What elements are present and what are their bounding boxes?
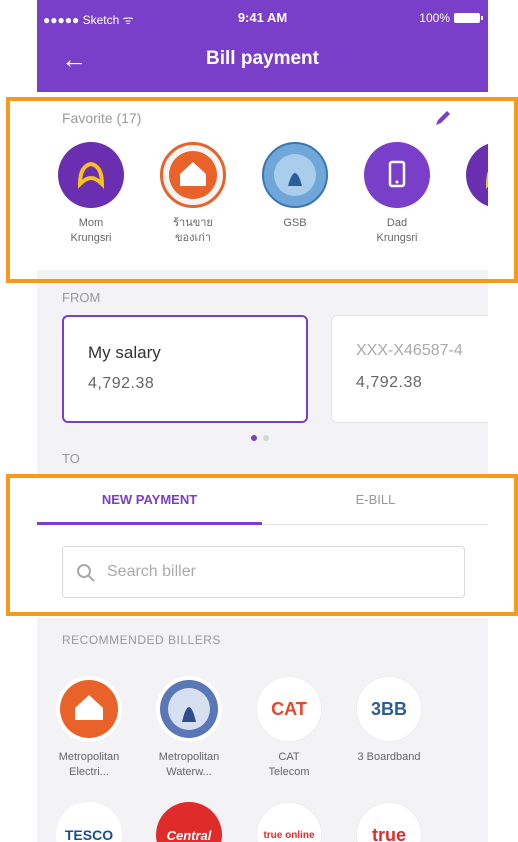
favorite-item-label: GSB: [283, 217, 307, 229]
favorite-item-label: Mom Krungsri: [70, 217, 112, 244]
tab-new-payment[interactable]: NEW PAYMENT: [37, 478, 262, 525]
true-online-logo-icon: true online: [256, 802, 322, 842]
recommended-label: RECOMMENDED BILLERS: [62, 633, 221, 647]
favorite-item-gsb[interactable]: GSB: [261, 142, 329, 246]
central-logo-icon: Central: [156, 802, 222, 842]
account-balance: 4,792.38: [88, 375, 155, 392]
biller-true[interactable]: true: [349, 802, 429, 842]
app-header: ← Bill payment: [37, 34, 488, 92]
battery-icon: [454, 13, 483, 23]
favorite-label: Favorite (17): [62, 110, 142, 126]
account-number: XXX-X46587-4: [356, 342, 463, 359]
krungsri-logo-icon: [466, 142, 488, 208]
page-indicator: [251, 435, 269, 441]
biller-label: Metropolitan Electri...: [58, 751, 120, 778]
electricity-logo-icon: [160, 142, 226, 208]
page-dot: [263, 435, 269, 441]
favorite-item-label: Dad Krungsri: [376, 217, 418, 244]
battery-percent: 100%: [419, 11, 450, 25]
search-box[interactable]: [62, 546, 465, 598]
gsb-logo-icon: [262, 142, 328, 208]
true-logo-icon: true: [356, 802, 422, 842]
favorite-list: Mom Krungsri ร้านขาย ของเก่า GSB Dad Kru…: [57, 142, 488, 246]
biller-3bb[interactable]: 3BB 3 Boardband: [349, 676, 429, 780]
electricity-logo-icon: [56, 676, 122, 742]
account-name: My salary: [88, 343, 161, 362]
tab-ebill[interactable]: E-BILL: [263, 478, 488, 525]
biller-tesco[interactable]: TESCO: [49, 802, 129, 842]
biller-label: 3 Boardband: [357, 751, 421, 763]
status-bar: ●●●●● Sketch ᯤ 9:41 AM 100%: [37, 0, 488, 34]
pencil-icon[interactable]: [431, 106, 455, 130]
favorite-item-dad[interactable]: Dad Krungsri: [363, 142, 431, 246]
3bb-logo-icon: 3BB: [356, 676, 422, 742]
biller-metropolitan-water[interactable]: Metropolitan Waterw...: [149, 676, 229, 780]
favorite-section: Favorite (17) Mom Krungsri ร้านขาย ของเก…: [37, 92, 488, 270]
waterworks-logo-icon: [156, 676, 222, 742]
biller-central[interactable]: Central: [149, 802, 229, 842]
account-balance: 4,792.38: [356, 374, 423, 391]
cat-logo-icon: CAT: [256, 676, 322, 742]
tesco-logo-icon: TESCO: [56, 802, 122, 842]
biller-label: Metropolitan Waterw...: [158, 751, 220, 778]
favorite-item-shop[interactable]: ร้านขาย ของเก่า: [159, 142, 227, 246]
favorite-item-mom[interactable]: Mom Krungsri: [57, 142, 125, 246]
favorite-item-partial[interactable]: [465, 142, 488, 246]
search-icon: [77, 564, 95, 582]
biller-cat-telecom[interactable]: CAT CAT Telecom: [249, 676, 329, 780]
account-card-salary[interactable]: My salary 4,792.38: [62, 315, 308, 423]
to-section: NEW PAYMENT E-BILL: [37, 478, 488, 618]
recommended-billers: Metropolitan Electri... Metropolitan Wat…: [49, 676, 429, 842]
page-dot-active: [251, 435, 257, 441]
biller-true-online[interactable]: true online: [249, 802, 329, 842]
battery-indicator: 100%: [419, 11, 483, 25]
mobile-phone-icon: [364, 142, 430, 208]
phone-screen: ●●●●● Sketch ᯤ 9:41 AM 100% ← Bill payme…: [37, 0, 488, 842]
biller-metropolitan-electricity[interactable]: Metropolitan Electri...: [49, 676, 129, 780]
favorite-item-label: ร้านขาย ของเก่า: [173, 217, 213, 244]
search-input[interactable]: [107, 557, 447, 587]
from-label: FROM: [62, 290, 101, 305]
to-label: TO: [62, 451, 80, 466]
krungsri-logo-icon: [58, 142, 124, 208]
account-card-other[interactable]: XXX-X46587-4 4,792.38: [331, 315, 488, 423]
page-title: Bill payment: [206, 48, 319, 69]
biller-label: CAT Telecom: [268, 751, 310, 778]
